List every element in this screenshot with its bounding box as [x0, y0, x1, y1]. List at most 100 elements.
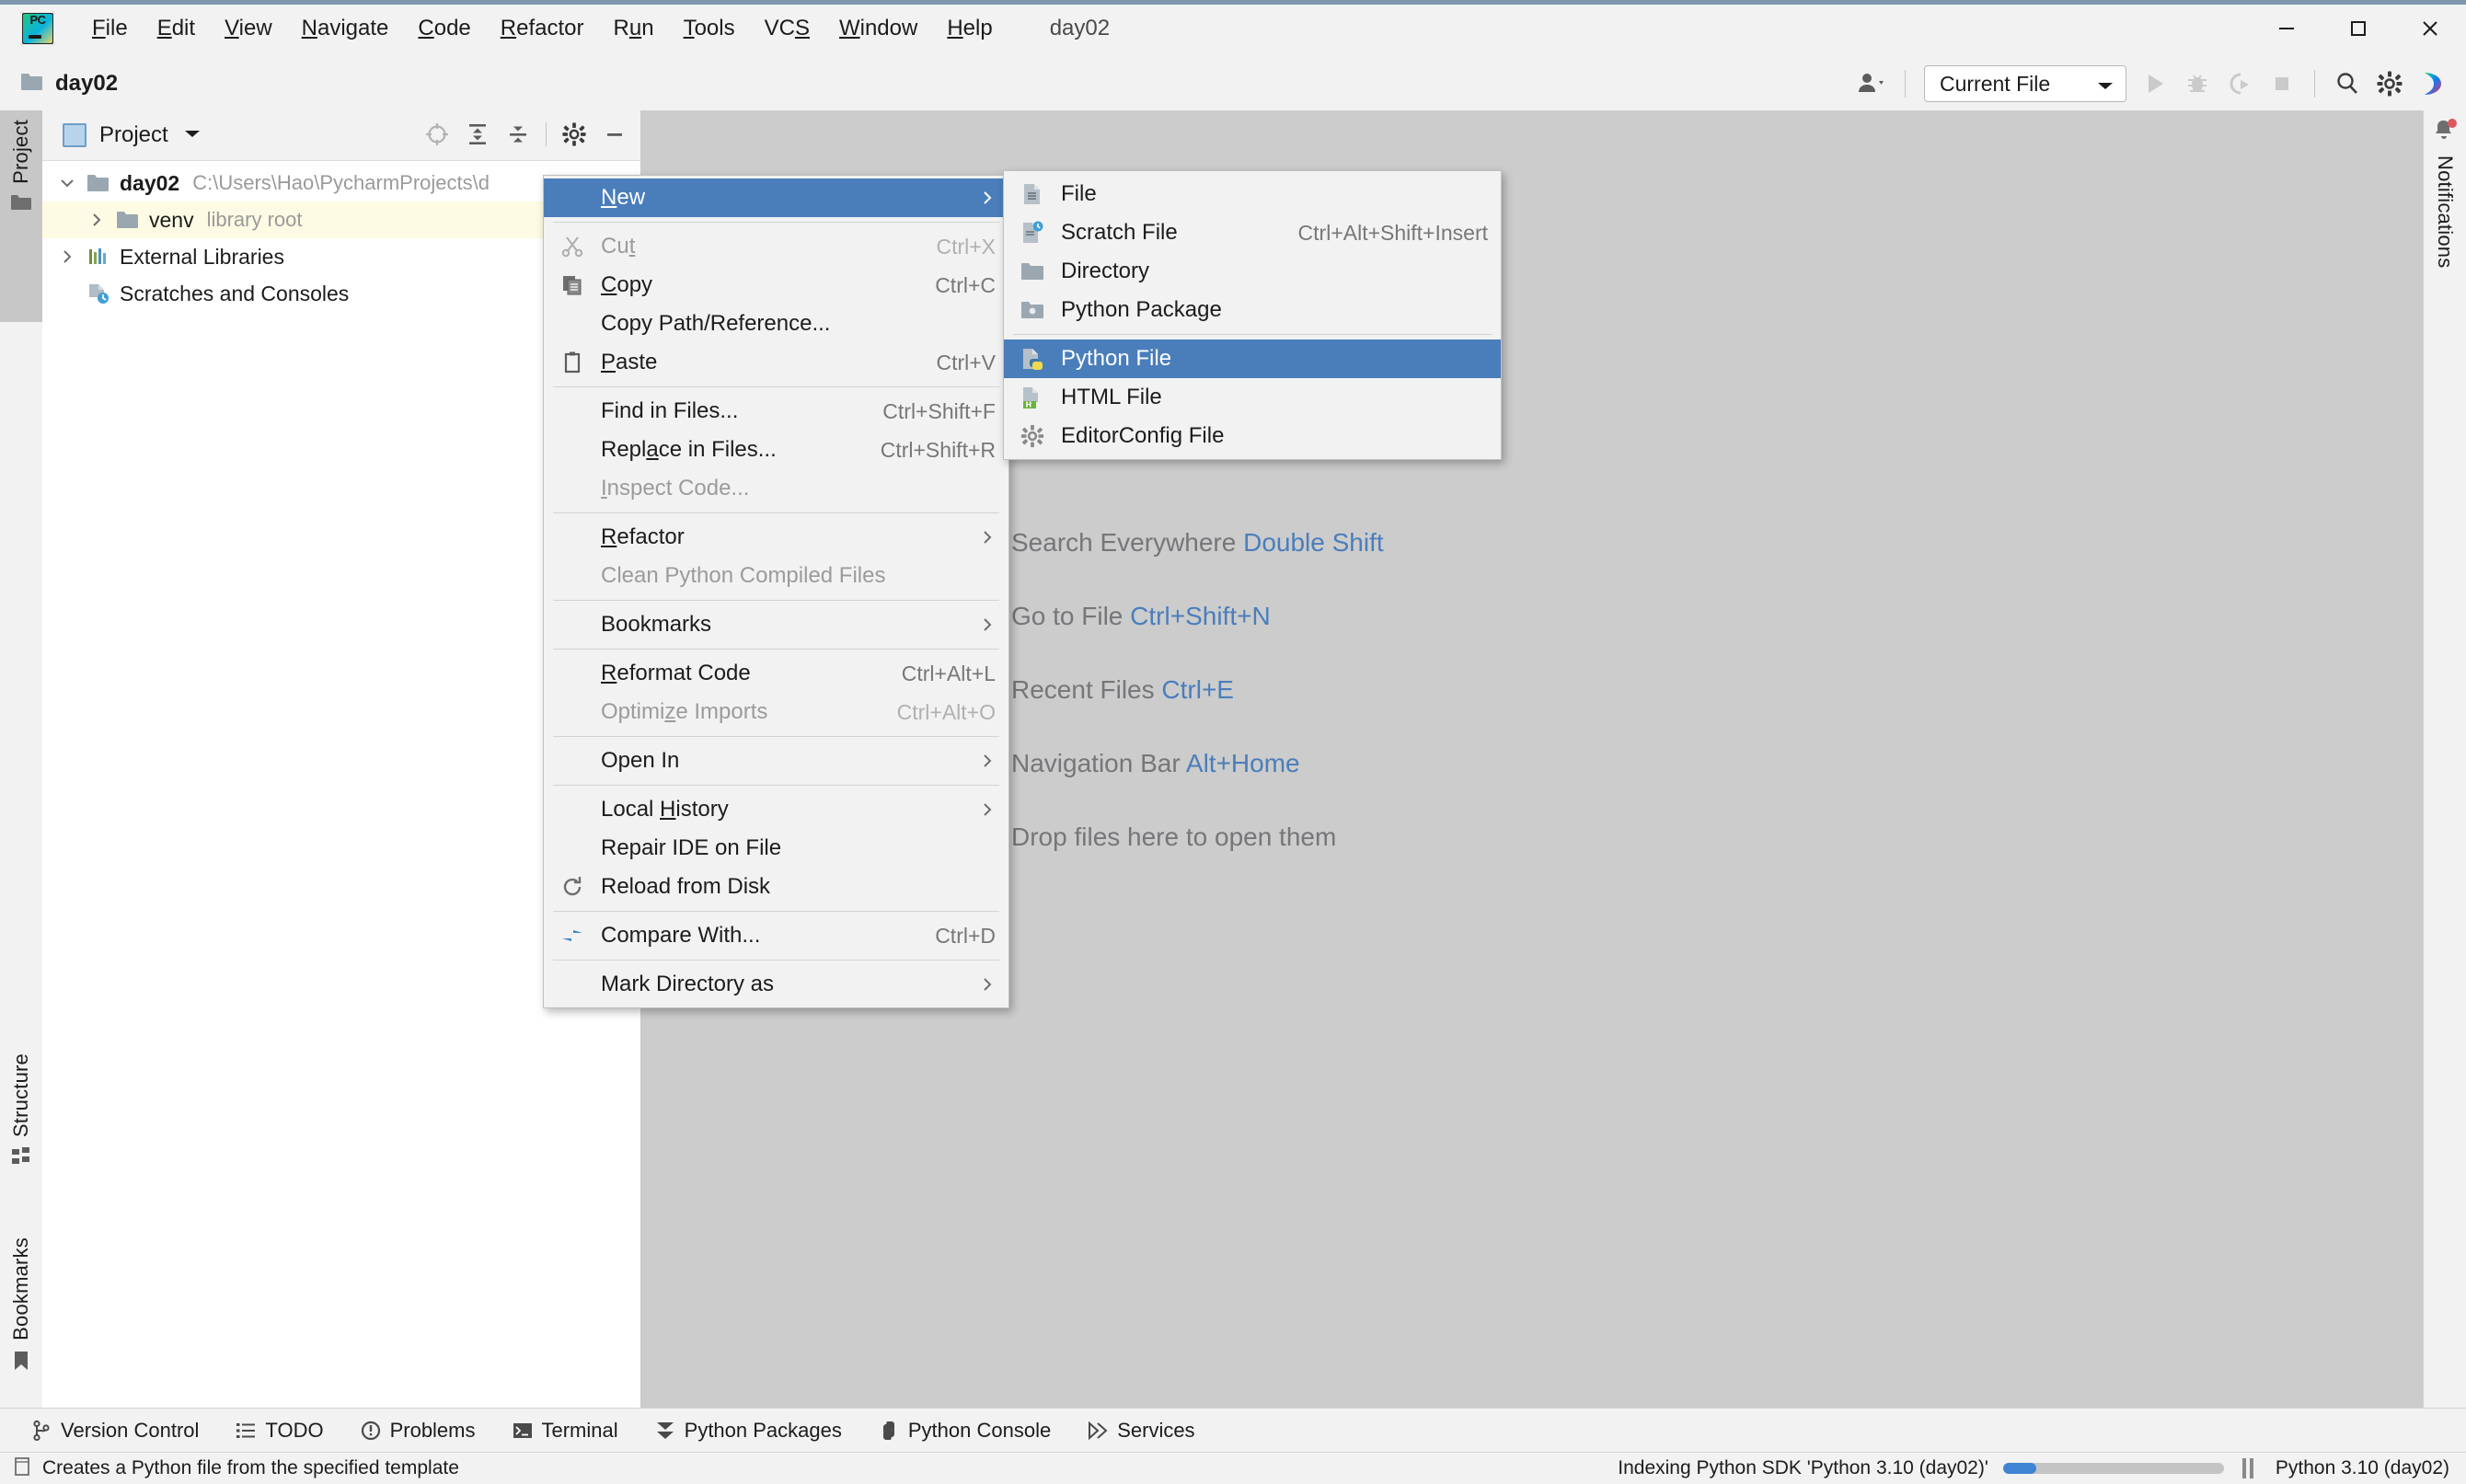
- gear-icon[interactable]: [2368, 63, 2411, 105]
- tool-window-python-packages[interactable]: Python Packages: [650, 1416, 847, 1445]
- menu-item-repair-ide-on-file[interactable]: Repair IDE on File: [544, 829, 1008, 868]
- python-file-icon: [1004, 347, 1061, 371]
- editor-hint-shortcut: Alt+Home: [1185, 749, 1300, 777]
- interpreter-status[interactable]: Python 3.10 (day02): [2276, 1457, 2449, 1479]
- sidebar-item-bookmarks[interactable]: Bookmarks: [0, 1228, 42, 1426]
- submenu-item-file[interactable]: File: [1004, 175, 1501, 213]
- indexing-progress-bar: [2002, 1463, 2224, 1474]
- editor-hint: Recent Files Ctrl+E: [1011, 675, 1234, 704]
- window-title: day02: [1049, 16, 1111, 40]
- menu-item-shortcut: Ctrl+C: [935, 272, 996, 297]
- menu-item-bookmarks[interactable]: Bookmarks: [544, 605, 1008, 644]
- submenu-item-label: Python Package: [1061, 297, 1222, 322]
- sidebar-item-notifications-label: Notifications: [2434, 155, 2457, 269]
- submenu-item-scratch-file[interactable]: Scratch File Ctrl+Alt+Shift+Insert: [1004, 213, 1501, 252]
- sidebar-item-project[interactable]: Project: [0, 110, 42, 322]
- main-toolbar: day02 Current File: [0, 57, 2466, 111]
- menu-item-label: Local History: [601, 797, 729, 822]
- ai-assistant-icon[interactable]: [2411, 63, 2453, 105]
- minimize-button[interactable]: [2251, 0, 2322, 57]
- tool-window-terminal[interactable]: Terminal: [507, 1416, 624, 1445]
- project-folder-icon: [10, 193, 32, 216]
- menu-item-clean-python-compiled-files[interactable]: Clean Python Compiled Files: [544, 557, 1008, 595]
- menu-item-reload-from-disk[interactable]: Reload from Disk: [544, 868, 1008, 906]
- search-icon[interactable]: [2326, 63, 2368, 105]
- maximize-button[interactable]: [2322, 0, 2394, 57]
- chevron-right-icon: [979, 616, 996, 633]
- submenu-item-python-file[interactable]: Python File: [1004, 339, 1501, 378]
- copy-icon: [544, 273, 601, 297]
- chevron-down-icon[interactable]: [183, 127, 202, 144]
- menu-item-optimize-imports[interactable]: Optimize Imports Ctrl+Alt+O: [544, 693, 1008, 731]
- tool-window-problems[interactable]: Problems: [355, 1416, 481, 1445]
- chevron-right-icon: [979, 753, 996, 769]
- menu-file[interactable]: File: [77, 10, 143, 47]
- structure-icon: [11, 1146, 31, 1171]
- close-button[interactable]: [2394, 0, 2466, 57]
- tool-window-bar: Version Control TODO Problems Terminal Pytho…: [0, 1408, 2466, 1453]
- account-icon[interactable]: [1851, 63, 1894, 105]
- menu-item-compare-with[interactable]: Compare With... Ctrl+D: [544, 916, 1008, 955]
- chevron-right-icon[interactable]: [52, 248, 83, 265]
- svg-text:H: H: [1026, 401, 1032, 409]
- tool-window-services[interactable]: Services: [1082, 1416, 1200, 1445]
- left-tool-stripe: Project Structure Bookmarks: [0, 110, 43, 1408]
- folder-icon: [20, 72, 44, 97]
- chevron-right-icon[interactable]: [81, 212, 112, 228]
- menu-item-open-in[interactable]: Open In: [544, 742, 1008, 780]
- tree-item-label: Scratches and Consoles: [120, 281, 350, 305]
- pycharm-window: PC File Edit View Navigate Code Refactor Run To…: [0, 0, 2466, 1484]
- menu-item-label: Copy: [601, 272, 653, 297]
- menu-item-copy[interactable]: Copy Ctrl+C: [544, 266, 1008, 305]
- sidebar-item-structure[interactable]: Structure: [0, 1044, 42, 1214]
- chevron-down-icon[interactable]: [52, 175, 83, 191]
- menu-vcs[interactable]: VCS: [750, 10, 824, 47]
- menu-view[interactable]: View: [210, 10, 287, 47]
- menu-tools[interactable]: Tools: [669, 10, 750, 47]
- project-toolbar-separator: [546, 122, 547, 146]
- menu-item-reformat-code[interactable]: Reformat Code Ctrl+Alt+L: [544, 654, 1008, 693]
- collapse-all-icon[interactable]: [498, 114, 538, 155]
- locate-icon[interactable]: [417, 114, 457, 155]
- run-configuration-selector[interactable]: Current File: [1924, 65, 2126, 102]
- menu-item-new[interactable]: New: [544, 178, 1008, 217]
- submenu-item-directory[interactable]: Directory: [1004, 252, 1501, 291]
- breadcrumb[interactable]: day02: [20, 71, 118, 97]
- gear-icon[interactable]: [554, 114, 594, 155]
- menu-item-paste[interactable]: Paste Ctrl+V: [544, 343, 1008, 382]
- menu-help[interactable]: Help: [932, 10, 1007, 47]
- tool-window-version-control[interactable]: Version Control: [26, 1416, 204, 1445]
- menu-item-cut[interactable]: Cut Ctrl+X: [544, 227, 1008, 266]
- submenu-item-editorconfig-file[interactable]: EditorConfig File: [1004, 417, 1501, 455]
- menu-window[interactable]: Window: [824, 10, 932, 47]
- menu-item-replace-in-files[interactable]: Replace in Files... Ctrl+Shift+R: [544, 431, 1008, 469]
- menu-item-copy-path-reference[interactable]: Copy Path/Reference...: [544, 305, 1008, 343]
- sidebar-item-notifications[interactable]: Notifications: [2424, 118, 2466, 268]
- submenu-item-python-package[interactable]: Python Package: [1004, 291, 1501, 329]
- hide-icon[interactable]: [594, 114, 635, 155]
- tool-window-todo[interactable]: TODO: [230, 1416, 328, 1445]
- run-with-coverage-icon[interactable]: [2218, 63, 2261, 105]
- submenu-item-html-file[interactable]: H HTML File: [1004, 378, 1501, 417]
- menu-item-local-history[interactable]: Local History: [544, 790, 1008, 829]
- menu-item-shortcut: Ctrl+X: [936, 234, 996, 259]
- menu-item-find-in-files[interactable]: Find in Files... Ctrl+Shift+F: [544, 392, 1008, 431]
- menu-code[interactable]: Code: [403, 10, 485, 47]
- tool-window-python-console[interactable]: Python Console: [873, 1416, 1056, 1445]
- html-file-icon: H: [1004, 385, 1061, 409]
- run-icon[interactable]: [2134, 63, 2176, 105]
- menu-item-refactor[interactable]: Refactor: [544, 518, 1008, 557]
- tree-item-detail: C:\Users\Hao\PycharmProjects\d: [192, 171, 490, 194]
- stop-icon[interactable]: [2261, 63, 2303, 105]
- menu-item-mark-directory-as[interactable]: Mark Directory as: [544, 965, 1008, 1004]
- menu-run[interactable]: Run: [599, 10, 669, 47]
- debug-icon[interactable]: [2176, 63, 2218, 105]
- menu-item-inspect-code[interactable]: Inspect Code...: [544, 469, 1008, 508]
- pause-icon[interactable]: [2241, 1458, 2257, 1478]
- menu-refactor[interactable]: Refactor: [486, 10, 599, 47]
- expand-all-icon[interactable]: [457, 114, 498, 155]
- menu-item-label: Repair IDE on File: [601, 835, 782, 860]
- folder-icon: [112, 210, 144, 230]
- menu-navigate[interactable]: Navigate: [287, 10, 404, 47]
- menu-edit[interactable]: Edit: [143, 10, 210, 47]
